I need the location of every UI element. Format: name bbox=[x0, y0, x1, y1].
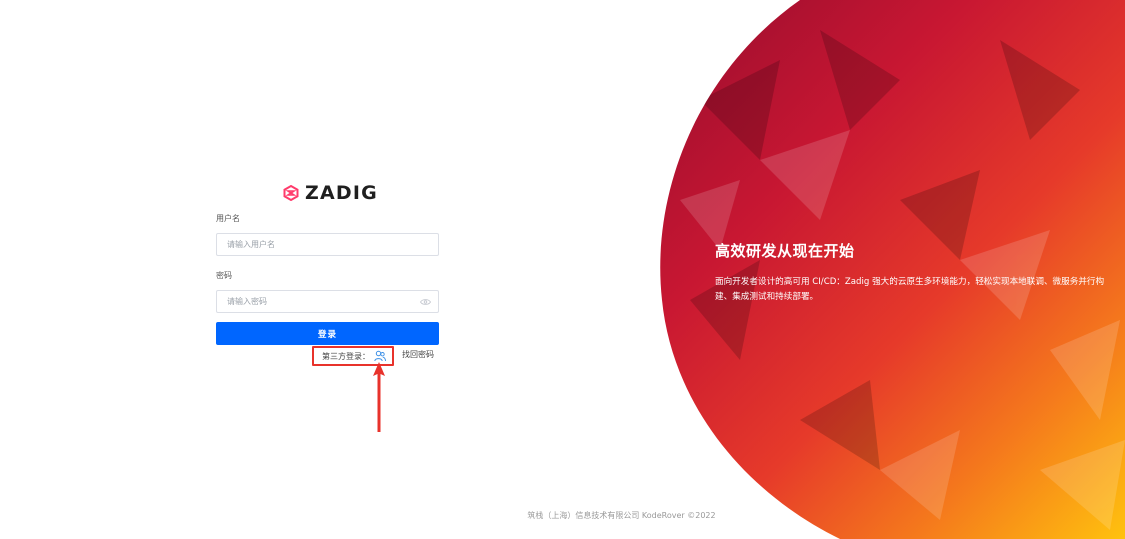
eye-icon[interactable] bbox=[420, 298, 431, 306]
password-label: 密码 bbox=[216, 271, 232, 280]
password-input[interactable]: 请输入密码 bbox=[216, 290, 439, 313]
forgot-password-link[interactable]: 找回密码 bbox=[402, 349, 434, 360]
login-form: 用户名 请输入用户名 密码 请输入密码 登录 bbox=[216, 213, 439, 345]
username-placeholder: 请输入用户名 bbox=[227, 240, 275, 249]
hero-description: 面向开发者设计的高可用 CI/CD：Zadig 强大的云原生多环境能力，轻松实现… bbox=[715, 277, 1105, 302]
third-party-login-label: 第三方登录： bbox=[322, 351, 370, 361]
zadig-logo-icon bbox=[283, 185, 299, 201]
sso-user-icon[interactable] bbox=[374, 350, 386, 362]
brand-name: ZADIG bbox=[305, 182, 378, 204]
username-label: 用户名 bbox=[216, 214, 240, 223]
hero-title: 高效研发从现在开始 bbox=[715, 242, 855, 260]
login-button[interactable]: 登录 bbox=[216, 322, 439, 345]
username-input[interactable]: 请输入用户名 bbox=[216, 233, 439, 256]
annotation-arrow bbox=[373, 362, 385, 432]
copyright-text: 筑栈（上海）信息技术有限公司 KodeRover ©2022 bbox=[527, 511, 716, 520]
footer: 筑栈（上海）信息技术有限公司 KodeRover ©2022 bbox=[0, 510, 1125, 521]
hero-content: 高效研发从现在开始 面向开发者设计的高可用 CI/CD：Zadig 强大的云原生… bbox=[715, 240, 1105, 305]
brand-logo: ZADIG bbox=[283, 181, 378, 205]
password-placeholder: 请输入密码 bbox=[227, 297, 267, 306]
